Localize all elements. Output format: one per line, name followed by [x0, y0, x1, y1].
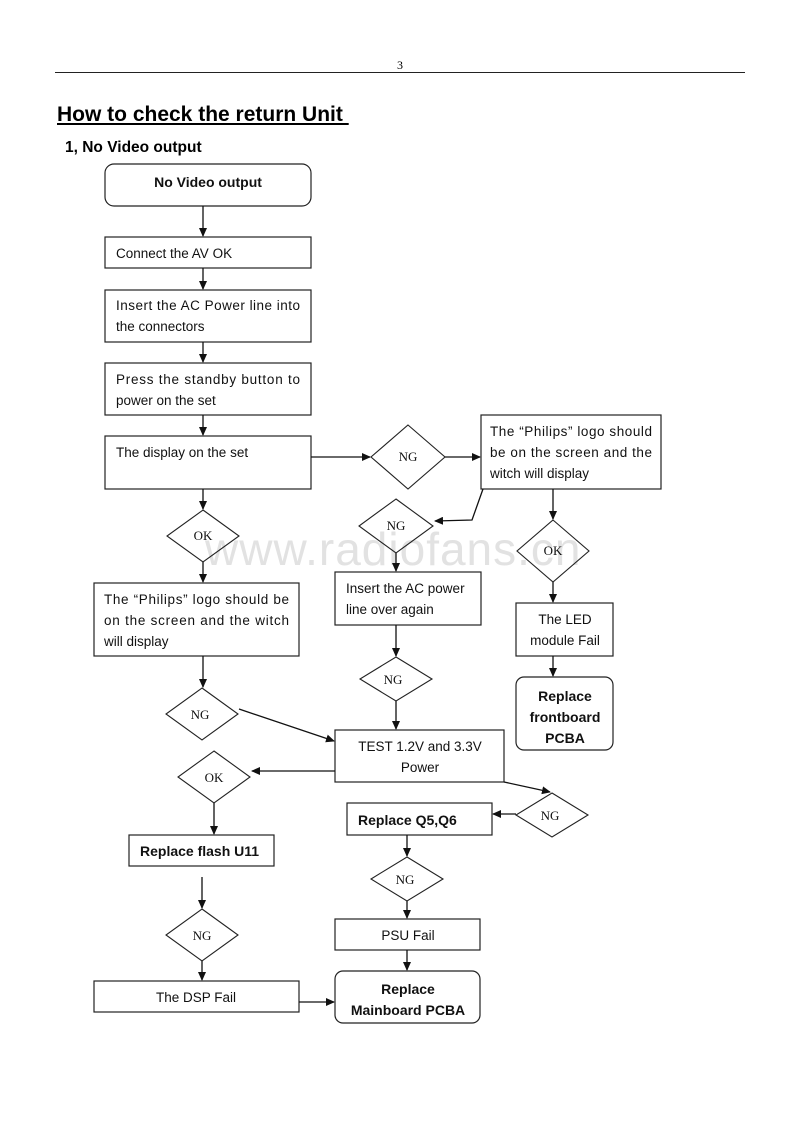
- decision-right-ng-label: NG: [387, 518, 406, 533]
- decision-power-ng: NG: [514, 792, 590, 838]
- step-reinsert-ac: Insert the AC power line over again: [334, 571, 482, 626]
- decision-left-ng-label: NG: [191, 707, 210, 722]
- decision-power-ok: OK: [177, 750, 251, 804]
- step-replace-flash: Replace flash U11: [128, 834, 275, 867]
- decision-display-ok: OK: [166, 509, 240, 563]
- led-fail-line1: The LED: [538, 612, 592, 627]
- step-left-logo-check: The “Philips” logo should be on the scre…: [93, 582, 300, 657]
- step-test-power: TEST 1.2V and 3.3V Power: [334, 729, 505, 783]
- decision-display-ok-label: OK: [194, 528, 213, 543]
- replace-frontboard-line2: frontboard: [530, 709, 601, 725]
- step-connect-av: Connect the AV OK: [104, 236, 312, 269]
- step-right-logo-check: The “Philips” logo should be on the scre…: [480, 414, 662, 490]
- standby-line1: Press the standby button to: [116, 372, 300, 387]
- step-standby: Press the standby button to power on the…: [104, 362, 312, 416]
- step-dsp-fail: The DSP Fail: [93, 980, 300, 1013]
- decision-q-ng: NG: [369, 856, 445, 902]
- left-logo-line1: The “Philips” logo should be: [104, 592, 289, 607]
- psu-fail-label: PSU Fail: [381, 928, 434, 943]
- replace-mainboard-line2: Mainboard PCBA: [351, 1002, 465, 1018]
- replace-frontboard-line1: Replace: [538, 688, 592, 704]
- display-label: The display on the set: [116, 445, 248, 460]
- replace-frontboard-line3: PCBA: [545, 730, 585, 746]
- decision-right-ng: NG: [358, 498, 434, 554]
- step-led-fail: The LED module Fail: [515, 602, 614, 657]
- decision-display-ng: NG: [370, 424, 446, 490]
- left-logo-line2: on the screen and the witch: [104, 613, 289, 628]
- replace-mainboard-line1: Replace: [381, 981, 435, 997]
- decision-left-ng: NG: [165, 687, 239, 741]
- decision-q-ng-label: NG: [396, 872, 415, 887]
- decision-flash-ng-label: NG: [193, 928, 212, 943]
- insert-ac-line1: Insert the AC Power line into: [116, 298, 300, 313]
- decision-flash-ng: NG: [165, 908, 239, 962]
- decision-display-ng-label: NG: [399, 449, 418, 464]
- step-replace-q5q6: Replace Q5,Q6: [346, 802, 493, 836]
- replace-q5q6-label: Replace Q5,Q6: [358, 812, 457, 828]
- reinsert-line2: line over again: [346, 602, 434, 617]
- start-label: No Video output: [154, 174, 262, 190]
- decision-power-ng-label: NG: [541, 808, 560, 823]
- decision-right-ok: OK: [516, 519, 590, 583]
- replace-flash-label: Replace flash U11: [140, 843, 259, 859]
- right-logo-line2: be on the screen and the: [490, 445, 652, 460]
- step-display: The display on the set: [104, 435, 312, 490]
- left-logo-line3: will display: [103, 634, 169, 649]
- test-power-line1: TEST 1.2V and 3.3V: [358, 739, 482, 754]
- test-power-line2: Power: [401, 760, 440, 775]
- step-psu-fail: PSU Fail: [334, 918, 481, 951]
- flowchart: No Video output Connect the AV OK Insert…: [93, 163, 662, 1024]
- insert-ac-line2: the connectors: [116, 319, 205, 334]
- led-fail-line2: module Fail: [530, 633, 600, 648]
- start-terminal: No Video output: [104, 163, 312, 207]
- arrow-test-power-to-ng: [503, 781, 551, 795]
- terminal-replace-mainboard: Replace Mainboard PCBA: [334, 970, 481, 1024]
- decision-right-ok-label: OK: [544, 543, 563, 558]
- terminal-replace-frontboard: Replace frontboard PCBA: [515, 676, 614, 751]
- dsp-fail-label: The DSP Fail: [156, 990, 236, 1005]
- arrow-left-ng-to-test-power: [238, 708, 335, 743]
- right-logo-line1: The “Philips” logo should: [490, 424, 652, 439]
- reinsert-line1: Insert the AC power: [346, 581, 465, 596]
- arrow-right-logo-to-ng: [434, 488, 484, 525]
- step-insert-ac: Insert the AC Power line into the connec…: [104, 289, 312, 343]
- decision-reinsert-ng-label: NG: [384, 672, 403, 687]
- decision-reinsert-ng: NG: [358, 656, 434, 702]
- right-logo-line3: witch will display: [489, 466, 589, 481]
- standby-line2: power on the set: [116, 393, 216, 408]
- connect-av-label: Connect the AV OK: [116, 246, 232, 261]
- decision-power-ok-label: OK: [205, 770, 224, 785]
